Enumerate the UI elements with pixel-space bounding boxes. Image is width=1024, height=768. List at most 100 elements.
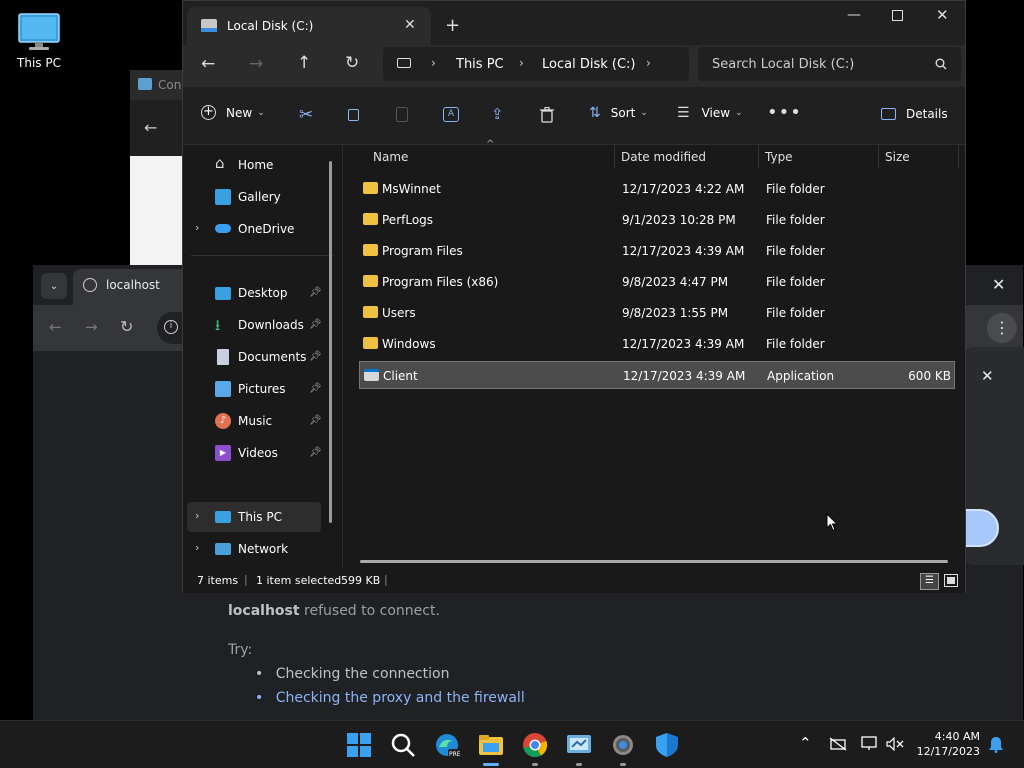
sidebar-item-network[interactable]: › Network — [187, 534, 321, 564]
file-type: Application — [767, 369, 835, 383]
chrome-close-icon[interactable]: ✕ — [992, 275, 1005, 294]
settings-icon[interactable] — [609, 731, 637, 759]
taskbar: PRE ⌃ 4:40 AM 12/17/2023 — [0, 720, 1024, 768]
file-explorer-icon[interactable] — [477, 731, 505, 759]
sidebar-item-downloads[interactable]: ⭳ Downloads 📌︎ — [187, 310, 322, 340]
sidebar-scrollbar[interactable] — [329, 161, 332, 523]
new-button[interactable]: + New ⌄ — [201, 105, 265, 120]
tab-search-button[interactable]: ⌄ — [41, 273, 67, 299]
sidebar-item-home[interactable]: ⌂ Home — [187, 150, 321, 180]
volume-muted-icon[interactable] — [886, 737, 904, 751]
sidebar-item-desktop[interactable]: Desktop 📌︎ — [187, 278, 322, 308]
horizontal-scrollbar[interactable] — [360, 560, 948, 563]
display-icon[interactable] — [861, 736, 879, 751]
error-text: refused to connect. — [304, 603, 440, 619]
sidebar-item-videos[interactable]: ▶ Videos 📌︎ — [187, 438, 322, 468]
sidebar-item-gallery[interactable]: Gallery — [187, 182, 321, 212]
column-header-name[interactable]: Name — [373, 145, 408, 171]
file-date: 9/1/2023 10:28 PM — [622, 213, 736, 227]
sidebar-item-documents[interactable]: Documents 📌︎ — [187, 342, 322, 372]
chrome-icon[interactable] — [521, 731, 549, 759]
refresh-icon[interactable]: ↻ — [345, 53, 359, 73]
notification-bell-icon[interactable] — [988, 736, 1004, 753]
control-panel-icon[interactable] — [565, 731, 593, 759]
start-icon[interactable] — [345, 731, 373, 759]
search-box[interactable]: Search Local Disk (C:) — [698, 47, 961, 81]
table-row[interactable]: Users 9/8/2023 1:55 PM File folder — [359, 299, 955, 327]
search-input[interactable]: Search Local Disk (C:) — [712, 57, 854, 72]
network-disconnected-icon[interactable] — [829, 737, 847, 751]
back-arrow-icon[interactable]: ← — [144, 118, 157, 137]
chevron-up-icon[interactable]: ⌃ — [799, 734, 812, 752]
chrome-menu-icon[interactable]: ⋮ — [987, 313, 1017, 343]
chrome-back-icon[interactable]: ← — [49, 318, 62, 336]
table-row[interactable]: Client 12/17/2023 4:39 AM Application 600 K… — [359, 361, 955, 389]
window-close-icon[interactable]: ✕ — [936, 6, 949, 24]
pin-icon: 📌︎ — [309, 287, 322, 298]
address-bar[interactable]: › This PC › Local Disk (C:) › — [383, 47, 689, 81]
chevron-right-icon[interactable]: › — [195, 221, 199, 234]
more-options-icon[interactable]: ••• — [767, 102, 802, 123]
sidebar-item-this-pc[interactable]: › This PC — [187, 502, 321, 532]
minimize-icon[interactable]: — — [847, 7, 861, 23]
forward-icon[interactable]: → — [249, 54, 263, 74]
file-type: File folder — [766, 213, 825, 227]
tab-close-icon[interactable]: ✕ — [404, 17, 416, 33]
clock-date: 12/17/2023 — [916, 745, 980, 758]
home-icon: ⌂ — [215, 154, 225, 172]
column-header-type[interactable]: Type — [765, 145, 793, 171]
breadcrumb-chevron-icon[interactable]: › — [519, 56, 524, 70]
file-explorer-window[interactable]: Local Disk (C:) ✕ + — ✕ ← → ↑ ↻ › This P… — [182, 0, 966, 593]
table-row[interactable]: Windows 12/17/2023 4:39 AM File folder — [359, 330, 955, 358]
chrome-reload-icon[interactable]: ↻ — [120, 317, 133, 336]
column-header-size[interactable]: Size — [885, 145, 910, 171]
popup-close-icon[interactable]: ✕ — [981, 367, 994, 385]
breadcrumb-chevron-icon[interactable]: › — [431, 56, 436, 70]
view-icon: ☰ — [677, 105, 690, 121]
new-tab-icon[interactable]: + — [445, 15, 460, 36]
breadcrumb-local-disk[interactable]: Local Disk (C:) — [542, 57, 635, 72]
view-button[interactable]: ☰ View ⌄ — [677, 105, 743, 121]
control-panel-window[interactable]: Con ← — [130, 70, 190, 266]
sidebar-item-onedrive[interactable]: › OneDrive — [187, 214, 321, 244]
table-row[interactable]: PerfLogs 9/1/2023 10:28 PM File folder — [359, 206, 955, 234]
copy-icon[interactable] — [348, 109, 359, 121]
desktop-this-pc-icon[interactable]: This PC — [8, 8, 70, 70]
chrome-tab-title[interactable]: localhost — [106, 278, 160, 292]
search-icon[interactable] — [389, 731, 417, 759]
chevron-right-icon[interactable]: › — [195, 541, 199, 554]
back-icon[interactable]: ← — [201, 54, 215, 74]
delete-icon[interactable] — [540, 107, 554, 123]
suggestion-link[interactable]: • Checking the proxy and the firewall — [255, 690, 525, 706]
cut-icon[interactable]: ✂ — [299, 105, 313, 125]
chevron-right-icon[interactable]: › — [195, 509, 199, 522]
table-row[interactable]: MsWinnet 12/17/2023 4:22 AM File folder — [359, 175, 955, 203]
rename-icon[interactable]: A — [443, 107, 459, 122]
folder-icon — [363, 337, 378, 349]
search-icon[interactable] — [935, 58, 947, 70]
up-icon[interactable]: ↑ — [297, 53, 311, 73]
site-info-icon[interactable]: i — [164, 320, 178, 334]
picture-icon — [215, 381, 231, 397]
sort-button[interactable]: ⇅ Sort ⌄ — [589, 105, 648, 121]
edge-icon[interactable]: PRE — [433, 731, 461, 759]
chrome-forward-icon[interactable]: → — [85, 318, 98, 336]
column-header-date[interactable]: Date modified — [621, 145, 706, 171]
svg-text:PRE: PRE — [449, 751, 461, 758]
sidebar-item-pictures[interactable]: Pictures 📌︎ — [187, 374, 322, 404]
error-host: localhost — [228, 603, 300, 619]
table-row[interactable]: Program Files (x86) 9/8/2023 4:47 PM File … — [359, 268, 955, 296]
breadcrumb-chevron-icon[interactable]: › — [646, 56, 651, 70]
paste-icon[interactable] — [396, 107, 408, 122]
maximize-icon[interactable] — [892, 10, 903, 21]
explorer-tab[interactable]: Local Disk (C:) ✕ — [187, 7, 431, 47]
breadcrumb-this-pc[interactable]: This PC — [456, 57, 504, 72]
clock[interactable]: 4:40 AM 12/17/2023 — [912, 729, 980, 759]
table-row[interactable]: Program Files 12/17/2023 4:39 AM File fold… — [359, 237, 955, 265]
share-icon[interactable]: ⇪ — [491, 105, 504, 123]
details-button[interactable]: Details — [881, 107, 948, 121]
sidebar-item-music[interactable]: ♪ Music 📌︎ — [187, 406, 322, 436]
details-view-icon[interactable]: ☰ — [920, 573, 939, 590]
thumbnail-view-icon[interactable] — [944, 574, 958, 587]
security-shield-icon[interactable] — [653, 731, 681, 759]
